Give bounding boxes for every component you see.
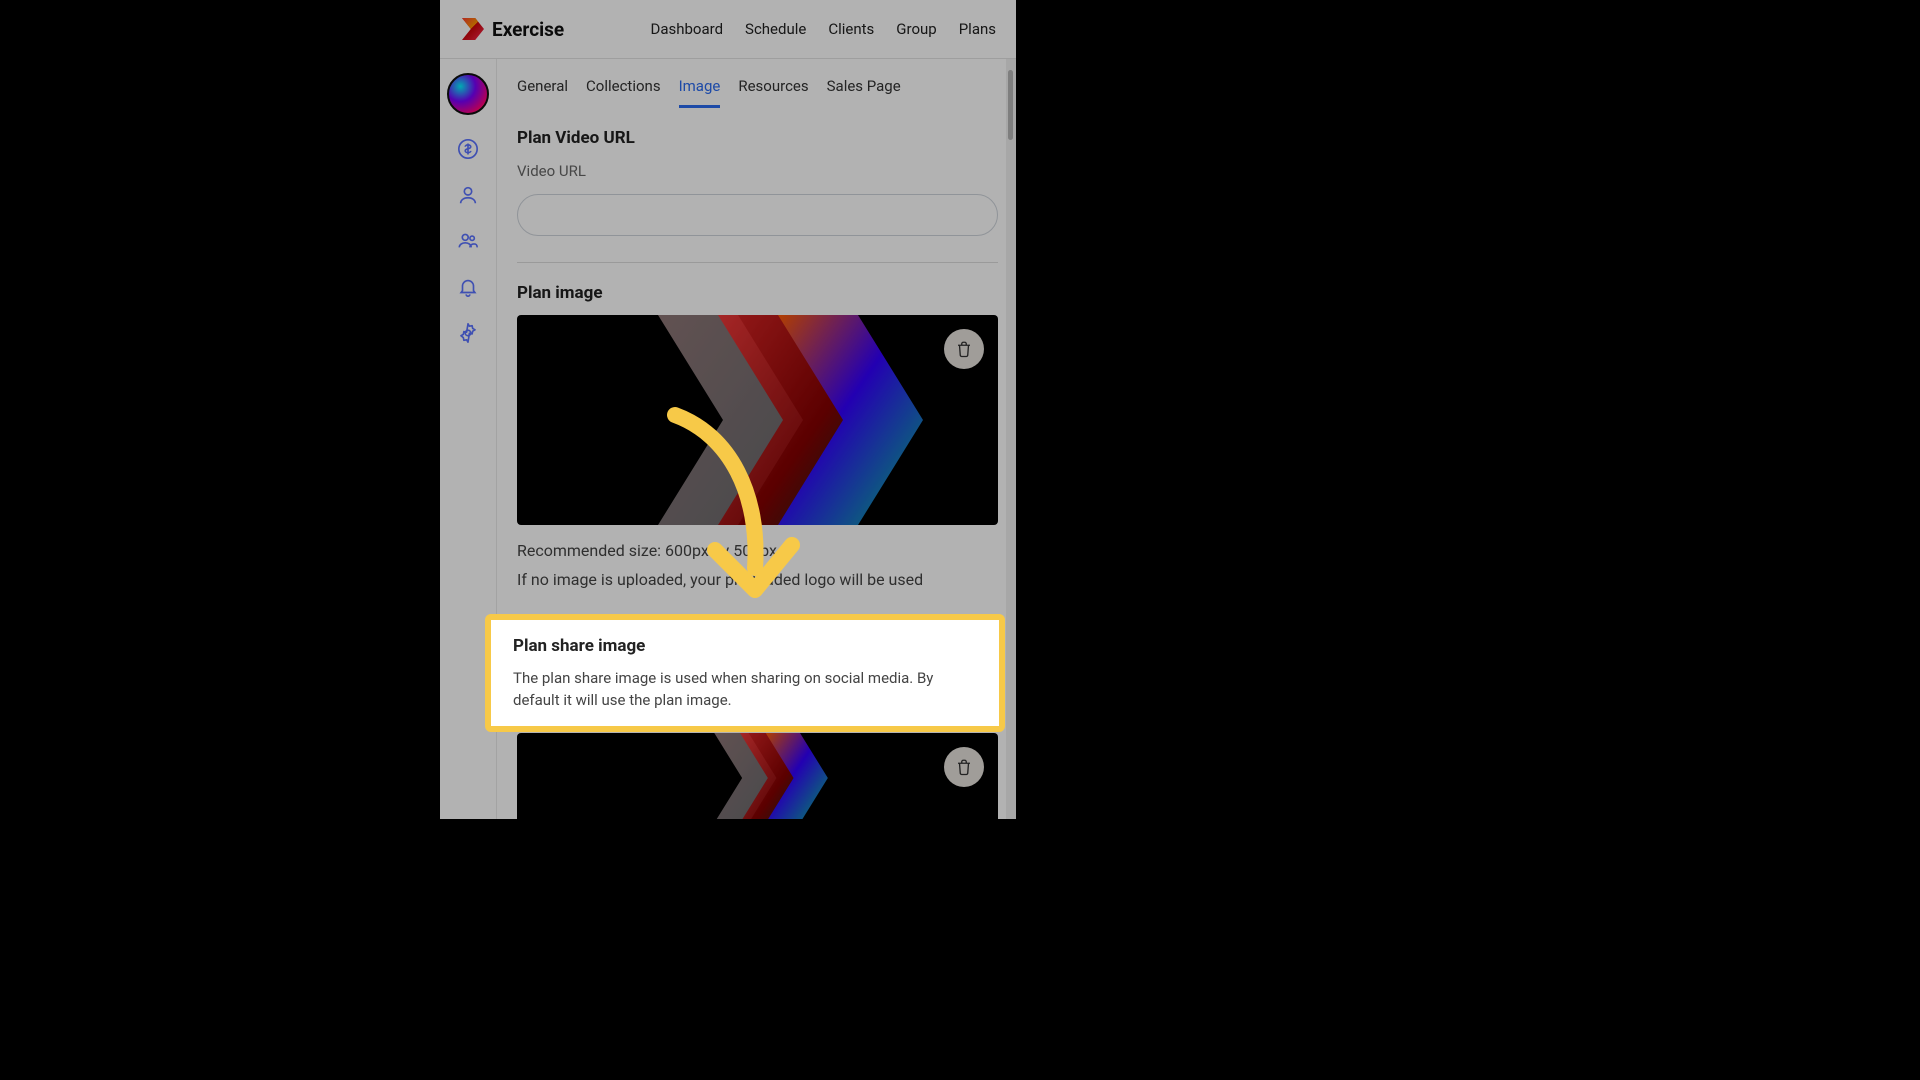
avatar[interactable]: [447, 73, 489, 115]
delete-share-image-button[interactable]: [944, 747, 984, 787]
tab-general[interactable]: General: [517, 71, 568, 108]
nav-dashboard[interactable]: Dashboard: [650, 20, 723, 38]
scrollbar-thumb[interactable]: [1008, 70, 1013, 140]
person-icon[interactable]: [456, 183, 480, 207]
tab-resources[interactable]: Resources: [738, 71, 808, 108]
gear-icon[interactable]: [456, 321, 480, 345]
nav-group[interactable]: Group: [896, 20, 936, 38]
bell-icon[interactable]: [456, 275, 480, 299]
brand-name: Exercise: [492, 18, 564, 41]
plan-image-helper-fallback: If no image is uploaded, your pre-loaded…: [517, 570, 998, 589]
plan-video-url-title: Plan Video URL: [517, 128, 998, 148]
nav-plans[interactable]: Plans: [959, 20, 996, 38]
top-nav: Exercise Dashboard Schedule Clients Grou…: [440, 0, 1016, 59]
plan-share-image-title-highlighted: Plan share image: [513, 636, 981, 656]
trash-icon: [955, 758, 973, 776]
delete-plan-image-button[interactable]: [944, 329, 984, 369]
video-url-label: Video URL: [517, 162, 998, 180]
plan-share-image-desc-highlighted: The plan share image is used when sharin…: [513, 668, 981, 712]
subtabs: General Collections Image Resources Sale…: [517, 59, 998, 108]
brand-logo-icon: [462, 18, 484, 40]
annotation-highlight: Plan share image The plan share image is…: [485, 614, 1005, 732]
plan-image-helper-size: Recommended size: 600px by 500px: [517, 541, 998, 560]
brand[interactable]: Exercise: [462, 18, 564, 41]
plan-share-image-preview[interactable]: [517, 733, 998, 820]
tab-collections[interactable]: Collections: [586, 71, 661, 108]
people-icon[interactable]: [456, 229, 480, 253]
plan-image-graphic-icon: [517, 315, 998, 525]
nav-clients[interactable]: Clients: [828, 20, 874, 38]
dollar-circle-icon[interactable]: [456, 137, 480, 161]
tab-image[interactable]: Image: [679, 71, 721, 108]
tab-sales-page[interactable]: Sales Page: [827, 71, 901, 108]
divider: [517, 262, 998, 263]
scrollbar-track[interactable]: [1006, 59, 1016, 819]
plan-share-image-graphic-icon: [517, 733, 998, 820]
video-url-input[interactable]: [517, 194, 998, 236]
primary-nav: Dashboard Schedule Clients Group Plans: [650, 20, 996, 38]
nav-schedule[interactable]: Schedule: [745, 20, 806, 38]
trash-icon: [955, 340, 973, 358]
plan-image-preview[interactable]: [517, 315, 998, 525]
plan-image-title: Plan image: [517, 283, 998, 303]
